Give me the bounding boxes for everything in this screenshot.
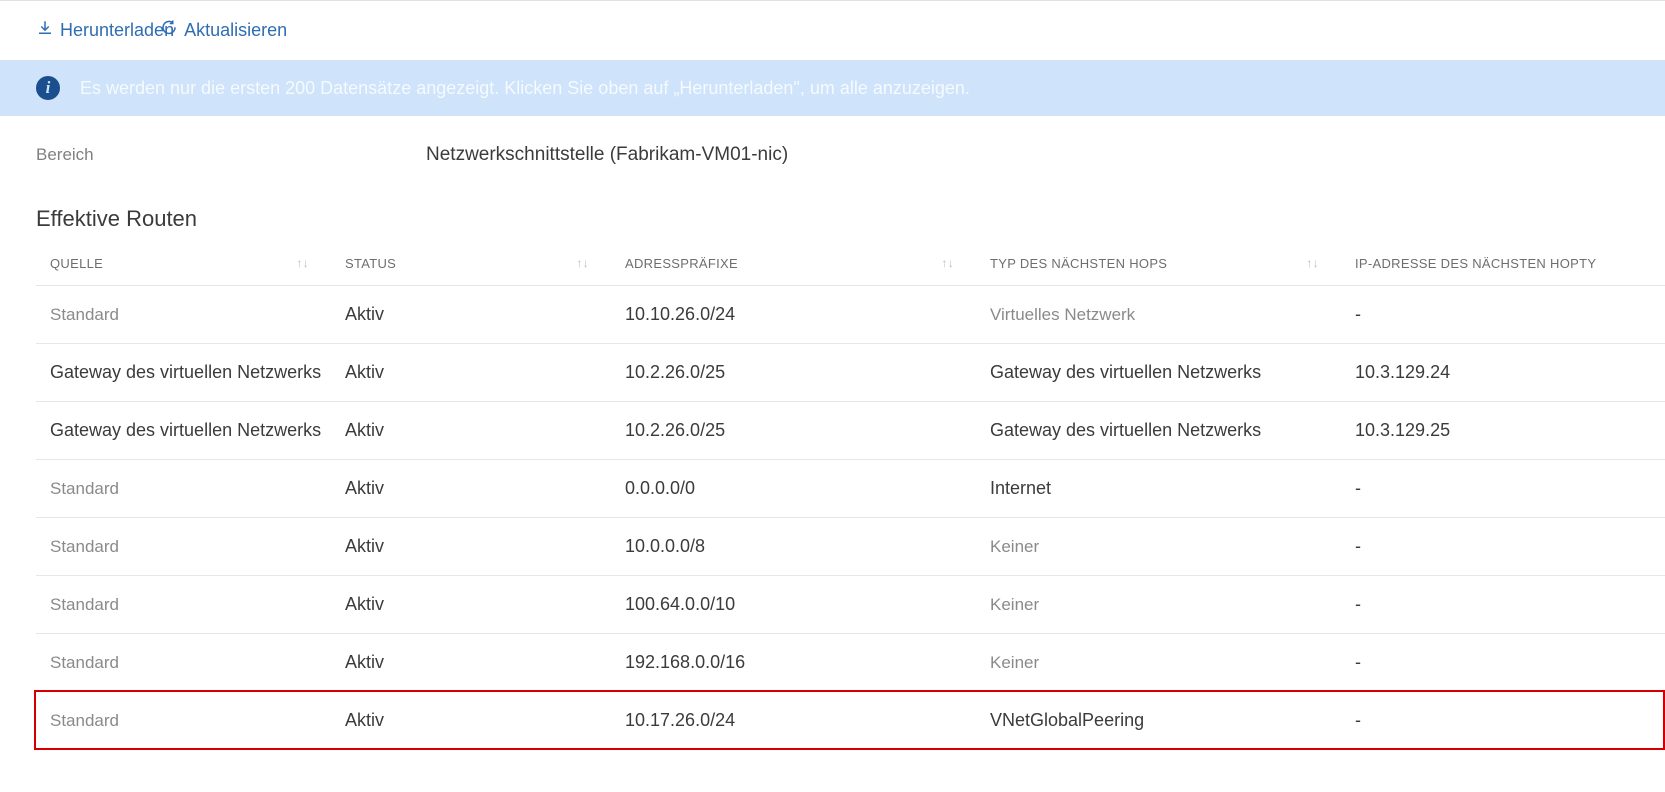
cell-prefix: 0.0.0.0/0 [611,460,976,518]
cell-status: Aktiv [331,518,611,576]
cell-status: Aktiv [331,576,611,634]
table-row[interactable]: StandardAktiv10.0.0.0/8Keiner- [36,518,1665,576]
cell-nexthop-type: Gateway des virtuellen Netzwerks [976,402,1341,460]
cell-nexthop-ip: 10.3.129.24 [1341,344,1665,402]
download-button[interactable]: Herunterladen [36,19,174,42]
scope-value: Netzwerkschnittstelle (Fabrikam-VM01-nic… [426,144,788,166]
cell-source: Standard [36,576,331,634]
cell-source: Standard [36,286,331,344]
cell-status: Aktiv [331,692,611,750]
cell-nexthop-type: VNetGlobalPeering [976,692,1341,750]
cell-nexthop-ip: 10.3.129.25 [1341,402,1665,460]
cell-status: Aktiv [331,460,611,518]
col-prefix[interactable]: ADRESSPRÄFIXE↑↓ [611,242,976,286]
scope-label: Bereich [36,145,426,165]
cell-status: Aktiv [331,344,611,402]
cell-source: Gateway des virtuellen Netzwerks [36,402,331,460]
info-banner: i Es werden nur die ersten 200 Datensätz… [0,60,1665,116]
sort-icon: ↑↓ [576,256,589,270]
routes-table: QUELLE↑↓ STATUS↑↓ ADRESSPRÄFIXE↑↓ TYP DE… [36,242,1665,750]
cell-nexthop-type: Keiner [976,518,1341,576]
cell-prefix: 10.2.26.0/25 [611,402,976,460]
table-row[interactable]: StandardAktiv10.17.26.0/24VNetGlobalPeer… [36,692,1665,750]
cell-nexthop-ip: - [1341,634,1665,692]
scope-row: Bereich Netzwerkschnittstelle (Fabrikam-… [0,116,1665,166]
cell-status: Aktiv [331,634,611,692]
download-icon [36,19,54,42]
table-row[interactable]: Gateway des virtuellen NetzwerksAktiv10.… [36,402,1665,460]
section-title: Effektive Routen [0,166,1665,242]
cell-status: Aktiv [331,286,611,344]
refresh-icon [160,19,178,42]
sort-icon: ↑↓ [941,256,954,270]
cell-source: Gateway des virtuellen Netzwerks [36,344,331,402]
refresh-label: Aktualisieren [184,20,287,41]
table-row[interactable]: StandardAktiv100.64.0.0/10Keiner- [36,576,1665,634]
cell-source: Standard [36,692,331,750]
cell-prefix: 192.168.0.0/16 [611,634,976,692]
toolbar: Herunterladen Aktualisieren [0,0,1665,60]
cell-nexthop-ip: - [1341,576,1665,634]
refresh-button[interactable]: Aktualisieren [160,19,287,42]
cell-prefix: 10.17.26.0/24 [611,692,976,750]
cell-nexthop-type: Gateway des virtuellen Netzwerks [976,344,1341,402]
download-label: Herunterladen [60,20,174,41]
table-row[interactable]: StandardAktiv192.168.0.0/16Keiner- [36,634,1665,692]
col-source[interactable]: QUELLE↑↓ [36,242,331,286]
sort-icon: ↑↓ [1306,256,1319,270]
table-row[interactable]: StandardAktiv0.0.0.0/0Internet- [36,460,1665,518]
cell-nexthop-type: Virtuelles Netzwerk [976,286,1341,344]
table-row[interactable]: StandardAktiv10.10.26.0/24Virtuelles Net… [36,286,1665,344]
table-header-row: QUELLE↑↓ STATUS↑↓ ADRESSPRÄFIXE↑↓ TYP DE… [36,242,1665,286]
cell-source: Standard [36,634,331,692]
cell-nexthop-ip: - [1341,286,1665,344]
cell-prefix: 10.0.0.0/8 [611,518,976,576]
cell-nexthop-type: Internet [976,460,1341,518]
cell-prefix: 100.64.0.0/10 [611,576,976,634]
cell-nexthop-ip: - [1341,460,1665,518]
table-row[interactable]: Gateway des virtuellen NetzwerksAktiv10.… [36,344,1665,402]
cell-nexthop-type: Keiner [976,576,1341,634]
cell-status: Aktiv [331,402,611,460]
cell-nexthop-type: Keiner [976,634,1341,692]
cell-nexthop-ip: - [1341,692,1665,750]
sort-icon: ↑↓ [296,256,309,270]
col-nexthop-type[interactable]: TYP DES NÄCHSTEN HOPS↑↓ [976,242,1341,286]
info-text: Es werden nur die ersten 200 Datensätze … [80,78,970,99]
cell-source: Standard [36,518,331,576]
cell-source: Standard [36,460,331,518]
col-nexthop-ip[interactable]: IP-ADRESSE DES NÄCHSTEN HOPTY [1341,242,1665,286]
col-status[interactable]: STATUS↑↓ [331,242,611,286]
cell-prefix: 10.10.26.0/24 [611,286,976,344]
cell-prefix: 10.2.26.0/25 [611,344,976,402]
info-icon: i [36,76,60,100]
cell-nexthop-ip: - [1341,518,1665,576]
